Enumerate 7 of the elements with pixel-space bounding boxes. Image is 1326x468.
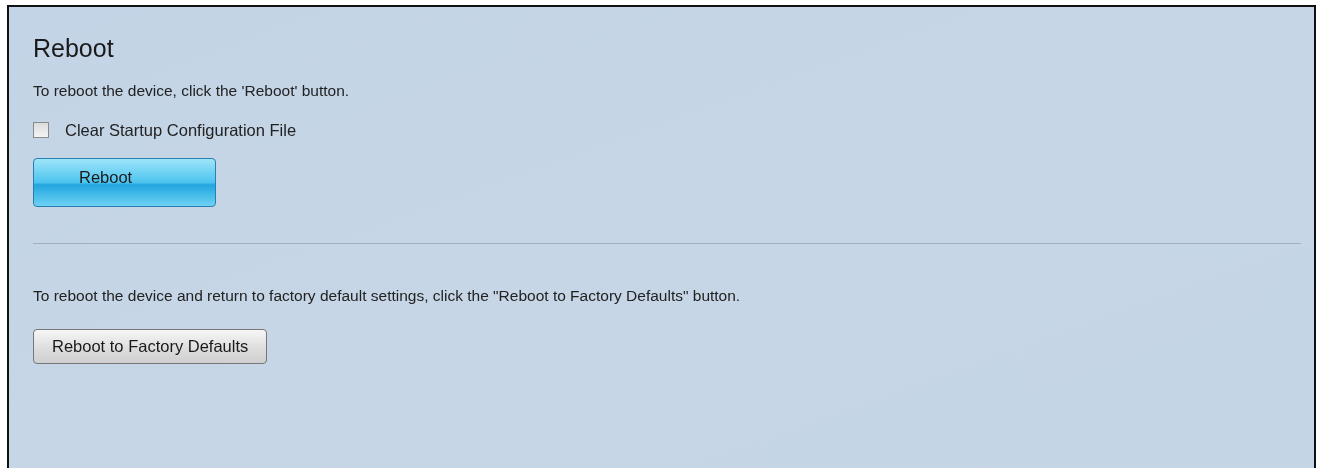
page-title: Reboot bbox=[33, 33, 114, 63]
checkbox-label: Clear Startup Configuration File bbox=[65, 120, 297, 140]
checkbox[interactable] bbox=[33, 122, 49, 138]
factory-defaults-button[interactable]: Reboot to Factory Defaults bbox=[33, 329, 268, 364]
reboot-button[interactable]: Reboot bbox=[33, 158, 216, 207]
instruction-text: To reboot the device and return to factory default settings, click the "Reboot to Factory Defaults" button. bbox=[33, 286, 741, 306]
instruction-text: To reboot the device, click the 'Reboot' button. bbox=[33, 81, 350, 101]
